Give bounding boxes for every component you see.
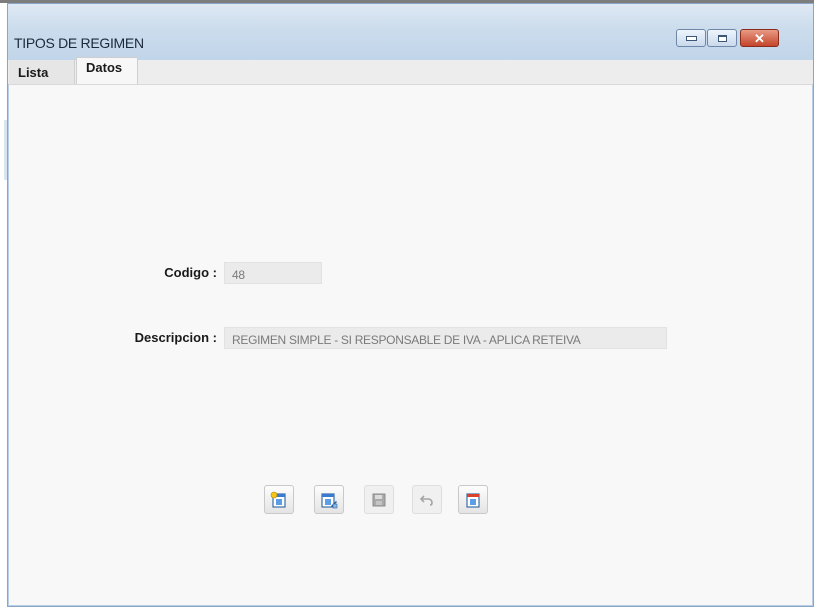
close-icon: ✕ bbox=[754, 30, 765, 46]
maximize-button[interactable] bbox=[707, 29, 737, 47]
datos-panel: Codigo : 48 Descripcion : REGIMEN SIMPLE… bbox=[9, 84, 812, 605]
save-button[interactable] bbox=[364, 485, 394, 514]
new-record-button[interactable] bbox=[264, 485, 294, 514]
window-title: TIPOS DE REGIMEN bbox=[14, 35, 144, 51]
descripcion-field[interactable]: REGIMEN SIMPLE - SI RESPONSABLE DE IVA -… bbox=[224, 327, 667, 349]
save-icon bbox=[372, 493, 386, 506]
tab-datos[interactable]: Datos bbox=[76, 57, 138, 84]
tipos-de-regimen-window: TIPOS DE REGIMEN ✕ Lista Datos Codigo : … bbox=[7, 3, 814, 607]
undo-icon bbox=[419, 494, 433, 506]
close-button[interactable]: ✕ bbox=[740, 29, 779, 47]
edit-record-button[interactable] bbox=[314, 485, 344, 514]
delete-record-icon bbox=[466, 492, 480, 508]
minimize-icon bbox=[685, 35, 697, 41]
edit-record-icon bbox=[321, 492, 338, 508]
tab-strip: Lista Datos bbox=[8, 57, 813, 84]
tab-lista[interactable]: Lista bbox=[9, 60, 75, 84]
maximize-icon bbox=[717, 34, 727, 42]
delete-record-button[interactable] bbox=[458, 485, 488, 514]
desktop-edge bbox=[0, 3, 7, 610]
title-bar[interactable]: TIPOS DE REGIMEN ✕ bbox=[8, 4, 813, 60]
undo-button[interactable] bbox=[412, 485, 442, 514]
codigo-field[interactable]: 48 bbox=[224, 262, 322, 284]
new-record-icon bbox=[270, 491, 286, 508]
descripcion-label: Descripcion : bbox=[134, 330, 217, 345]
minimize-button[interactable] bbox=[676, 29, 706, 47]
codigo-label: Codigo : bbox=[164, 265, 217, 280]
